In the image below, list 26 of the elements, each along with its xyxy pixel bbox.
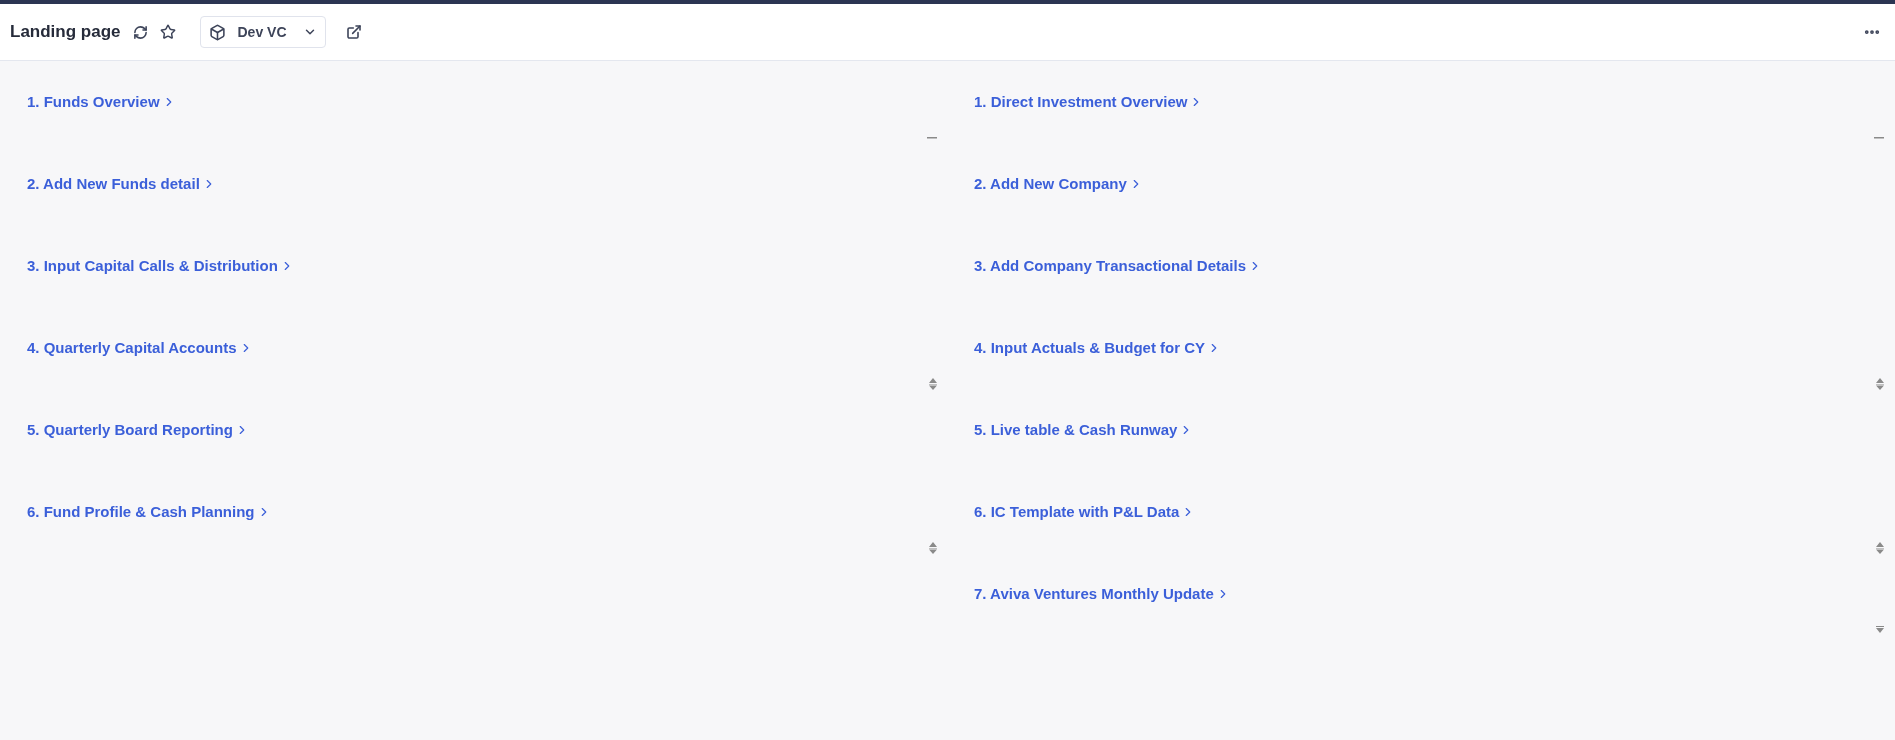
section-link[interactable]: 5. Live table & Cash Runway [974,419,1194,442]
workspace-dropdown[interactable]: Dev VC [199,16,326,48]
collapse-handle-icon[interactable] [1874,136,1884,139]
star-icon[interactable] [159,24,176,40]
cube-icon [208,23,226,41]
section-link[interactable]: 2. Add New Funds detail [27,173,216,196]
section-link[interactable]: 3. Add Company Transactional Details [974,255,1262,278]
section-link[interactable]: 4. Quarterly Capital Accounts [27,337,253,360]
section-link[interactable]: 7. Aviva Ventures Monthly Update [974,583,1230,606]
external-link-icon[interactable] [345,24,362,40]
resize-handle-icon[interactable] [929,377,937,390]
section-link[interactable]: 1. Funds Overview [27,91,176,114]
section-link[interactable]: 5. Quarterly Board Reporting [27,419,249,442]
resize-handle-icon[interactable] [1876,541,1884,554]
section-link[interactable]: 1. Direct Investment Overview [974,91,1204,114]
section-link[interactable]: 4. Input Actuals & Budget for CY [974,337,1222,360]
section-link[interactable]: 3. Input Capital Calls & Distribution [27,255,294,278]
refresh-icon[interactable] [132,24,148,40]
section-link[interactable]: 6. Fund Profile & Cash Planning [27,501,271,524]
resize-handle-icon[interactable] [1876,626,1884,633]
collapse-handle-icon[interactable] [927,136,937,139]
section-link[interactable]: 2. Add New Company [974,173,1143,196]
page-title: Landing page [10,21,121,44]
resize-handle-icon[interactable] [929,541,937,554]
section-link[interactable]: 6. IC Template with P&L Data [974,501,1196,524]
resize-handle-icon[interactable] [1876,377,1884,390]
